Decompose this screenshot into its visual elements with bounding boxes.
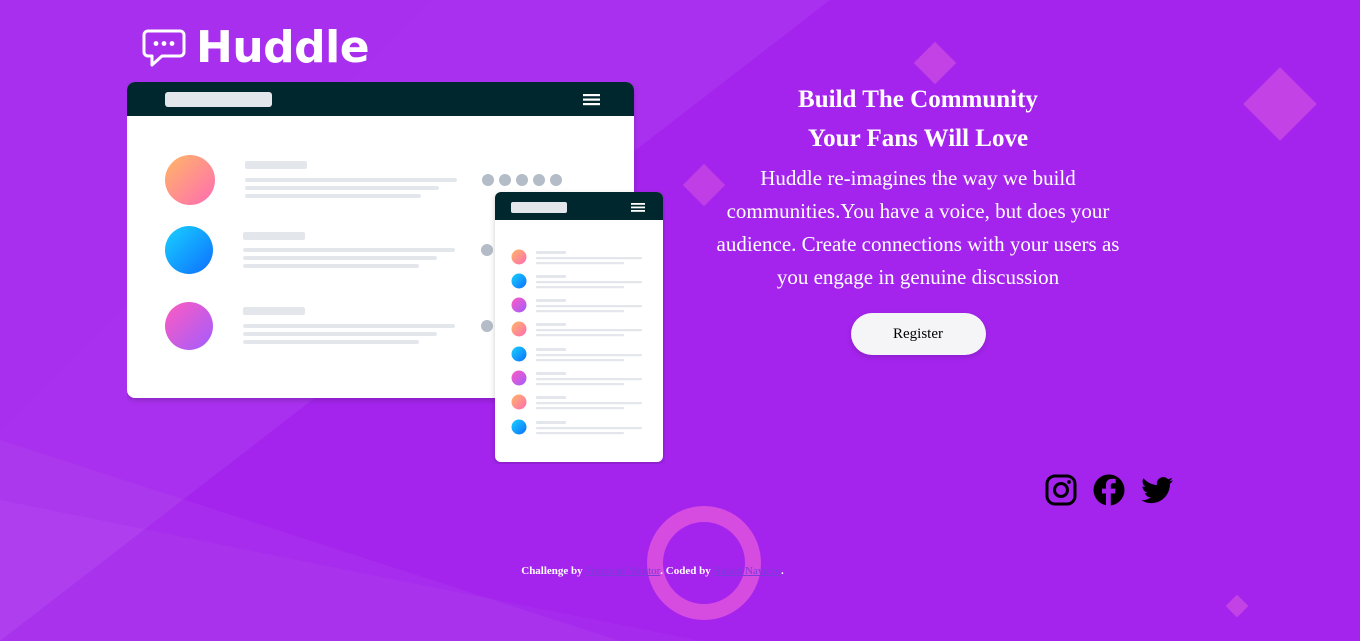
footer-middle: . Coded by [660,565,711,577]
logo: Huddle [142,22,370,73]
hero-title-line-2: Your Fans Will Love [807,125,1029,152]
twitter-icon [1141,477,1173,504]
footer-prefix: Challenge by [521,565,583,577]
app-mockup-illustration [127,82,663,462]
footer-attribution: Challenge by Frontend Mentor. Coded by R… [0,565,1305,577]
logo-wordmark: Huddle [196,22,370,73]
hero-title: Build The Community Your Fans Will Love [702,80,1134,158]
twitter-link[interactable] [1139,472,1175,508]
hero-section: Build The Community Your Fans Will Love … [702,80,1134,355]
frontend-mentor-link[interactable]: Frontend Mentor [585,565,660,577]
instagram-icon [1045,474,1077,506]
hero-title-line-1: Build The Community [798,86,1038,113]
social-links [1043,472,1187,508]
instagram-link[interactable] [1043,472,1079,508]
facebook-link[interactable] [1091,472,1127,508]
register-button[interactable]: Register [850,313,986,355]
hero-description: Huddle re-imagines the way we build comm… [716,166,1120,289]
author-link[interactable]: Rafael Navarro [713,565,781,577]
footer-suffix: . [780,565,784,577]
chat-bubble-icon [142,29,186,67]
facebook-icon [1093,474,1125,506]
